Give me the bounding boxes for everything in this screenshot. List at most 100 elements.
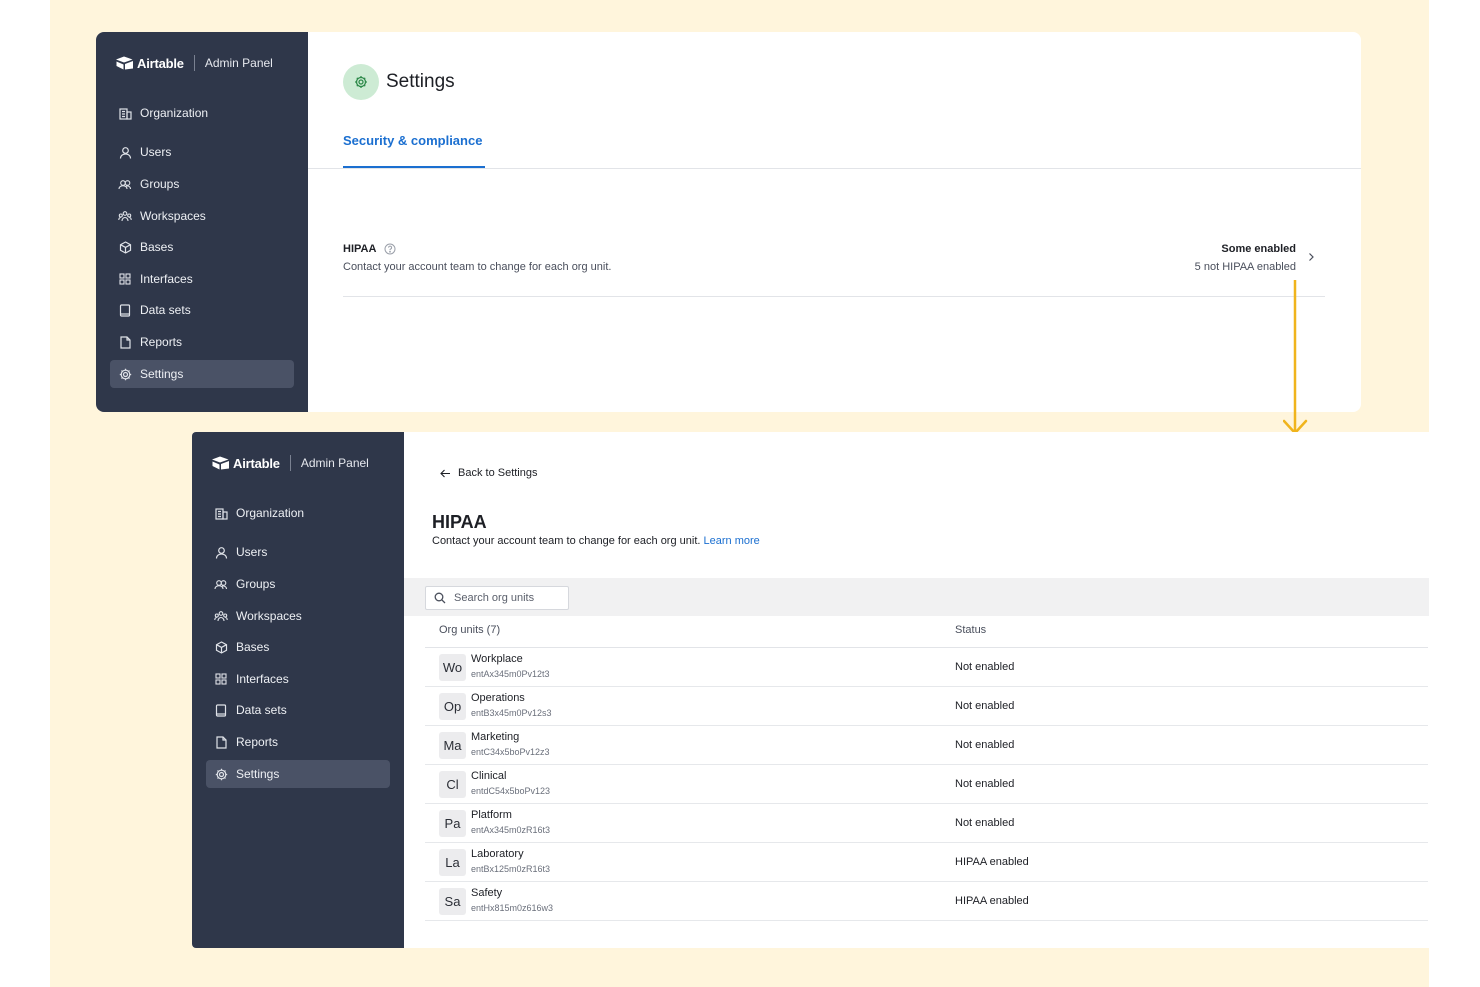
- sidebar-item-label: Interfaces: [140, 272, 193, 286]
- org-unit-name: Operations: [471, 692, 525, 704]
- org-unit-id: entAx345m0zR16t3: [471, 825, 551, 835]
- cube-icon: [214, 640, 228, 654]
- building-icon: [118, 106, 132, 120]
- file-icon: [214, 735, 228, 749]
- sidebar: Airtable Admin Panel Organization Users …: [96, 32, 308, 412]
- org-unit-id: entBx125m0zR16t3: [471, 864, 551, 874]
- sidebar-item-reports[interactable]: Reports: [206, 728, 390, 756]
- page-description: Contact your account team to change for …: [432, 535, 760, 547]
- table-row[interactable]: La Laboratory entBx125m0zR16t3 HIPAA ena…: [425, 843, 1428, 882]
- avatar: La: [439, 849, 466, 876]
- table-row[interactable]: Pa Platform entAx345m0zR16t3 Not enabled: [425, 804, 1428, 843]
- table-row[interactable]: Op Operations entB3x45m0Pv12s3 Not enabl…: [425, 687, 1428, 726]
- sidebar-item-label: Reports: [140, 335, 183, 349]
- brand-name: Airtable: [233, 455, 280, 471]
- org-unit-status: HIPAA enabled: [955, 856, 1029, 868]
- org-unit-id: entAx345m0Pv12t3: [471, 669, 550, 679]
- sidebar-item-label: Users: [140, 145, 172, 159]
- users-icon: [118, 177, 132, 191]
- sidebar-item-label: Data sets: [140, 303, 191, 317]
- brand-name: Airtable: [137, 55, 184, 71]
- page-header: Settings: [343, 64, 455, 100]
- airtable-logo-icon[interactable]: [212, 456, 230, 470]
- avatar: Wo: [439, 654, 466, 681]
- hipaa-setting-row[interactable]: HIPAA Contact your account team to chang…: [343, 240, 1325, 297]
- org-unit-id: entB3x45m0Pv12s3: [471, 708, 552, 718]
- hipaa-panel: Airtable Admin Panel Organization Users …: [192, 432, 1429, 948]
- org-unit-name: Laboratory: [471, 848, 524, 860]
- brand-divider: [193, 55, 195, 71]
- sidebar-item-users[interactable]: Users: [206, 538, 390, 566]
- sidebar-item-users[interactable]: Users: [110, 138, 294, 166]
- sidebar-item-label: Settings: [236, 767, 280, 781]
- sidebar-item-label: Data sets: [236, 703, 287, 717]
- org-unit-status: Not enabled: [955, 700, 1015, 712]
- avatar: Sa: [439, 888, 466, 915]
- sidebar-item-interfaces[interactable]: Interfaces: [206, 665, 390, 693]
- airtable-logo-icon[interactable]: [116, 56, 134, 70]
- sidebar-item-bases[interactable]: Bases: [110, 233, 294, 261]
- org-unit-status: Not enabled: [955, 817, 1015, 829]
- sidebar-item-groups[interactable]: Groups: [110, 170, 294, 198]
- sidebar-item-label: Bases: [140, 240, 174, 254]
- book-icon: [118, 303, 132, 317]
- gear-icon: [354, 75, 368, 89]
- sidebar-item-data-sets[interactable]: Data sets: [206, 696, 390, 724]
- back-to-settings-link[interactable]: Back to Settings: [440, 467, 538, 479]
- table-toolbar: [404, 578, 1429, 616]
- sidebar-item-bases[interactable]: Bases: [206, 633, 390, 661]
- sidebar-item-label: Organization: [236, 506, 305, 520]
- org-unit-status: Not enabled: [955, 661, 1015, 673]
- sidebar-item-workspaces[interactable]: Workspaces: [206, 602, 390, 630]
- user-icon: [214, 545, 228, 559]
- column-header-org-units[interactable]: Org units (7): [439, 624, 500, 636]
- org-unit-id: entdC54x5boPv123: [471, 786, 551, 796]
- org-unit-name: Marketing: [471, 731, 520, 743]
- tab-divider: [308, 168, 1361, 169]
- sidebar-item-data-sets[interactable]: Data sets: [110, 296, 294, 324]
- table-row[interactable]: Cl Clinical entdC54x5boPv123 Not enabled: [425, 765, 1428, 804]
- brand: Airtable Admin Panel: [116, 55, 273, 71]
- chevron-right-icon[interactable]: [1307, 252, 1315, 262]
- description-text: Contact your account team to change for …: [432, 535, 701, 547]
- help-icon[interactable]: [384, 243, 396, 255]
- table-row[interactable]: Ma Marketing entC34x5boPv12z3 Not enable…: [425, 726, 1428, 765]
- search-icon: [434, 592, 446, 604]
- sidebar-item-label: Users: [236, 545, 268, 559]
- org-unit-name: Platform: [471, 809, 512, 821]
- search-input[interactable]: [454, 592, 554, 604]
- settings-main: Settings Security & compliance HIPAA Con…: [308, 32, 1361, 412]
- sidebar-item-label: Workspaces: [140, 209, 206, 223]
- hipaa-setting-title: HIPAA: [343, 243, 396, 255]
- org-unit-status: HIPAA enabled: [955, 895, 1029, 907]
- org-unit-name: Safety: [471, 887, 503, 899]
- column-header-status[interactable]: Status: [955, 624, 986, 636]
- sidebar-item-workspaces[interactable]: Workspaces: [110, 202, 294, 230]
- sidebar-item-settings[interactable]: Settings: [110, 360, 294, 388]
- brand-divider: [289, 455, 291, 471]
- sidebar-item-label: Workspaces: [236, 609, 302, 623]
- sidebar-item-label: Groups: [140, 177, 180, 191]
- sidebar-item-organization[interactable]: Organization: [110, 99, 294, 127]
- avatar: Op: [439, 693, 466, 720]
- sidebar-item-organization[interactable]: Organization: [206, 499, 390, 527]
- sidebar-item-reports[interactable]: Reports: [110, 328, 294, 356]
- tab-security-compliance[interactable]: Security & compliance: [343, 133, 482, 148]
- cube-icon: [118, 240, 132, 254]
- table-row[interactable]: Wo Workplace entAx345m0Pv12t3 Not enable…: [425, 648, 1428, 687]
- avatar: Cl: [439, 771, 466, 798]
- org-unit-id: entHx815m0z616w3: [471, 903, 554, 913]
- workspace-icon: [118, 209, 132, 223]
- grid-icon: [214, 672, 228, 686]
- search-box[interactable]: [425, 586, 569, 610]
- arrow-down-icon: [1283, 280, 1308, 435]
- sidebar-item-interfaces[interactable]: Interfaces: [110, 265, 294, 293]
- brand: Airtable Admin Panel: [212, 455, 369, 471]
- learn-more-link[interactable]: Learn more: [704, 535, 760, 547]
- sidebar-item-settings[interactable]: Settings: [206, 760, 390, 788]
- org-unit-id: entC34x5boPv12z3: [471, 747, 550, 757]
- sidebar-item-groups[interactable]: Groups: [206, 570, 390, 598]
- table-row[interactable]: Sa Safety entHx815m0z616w3 HIPAA enabled: [425, 882, 1428, 921]
- hipaa-status-summary: Some enabled: [1221, 243, 1296, 255]
- arrow-left-icon: [440, 469, 451, 478]
